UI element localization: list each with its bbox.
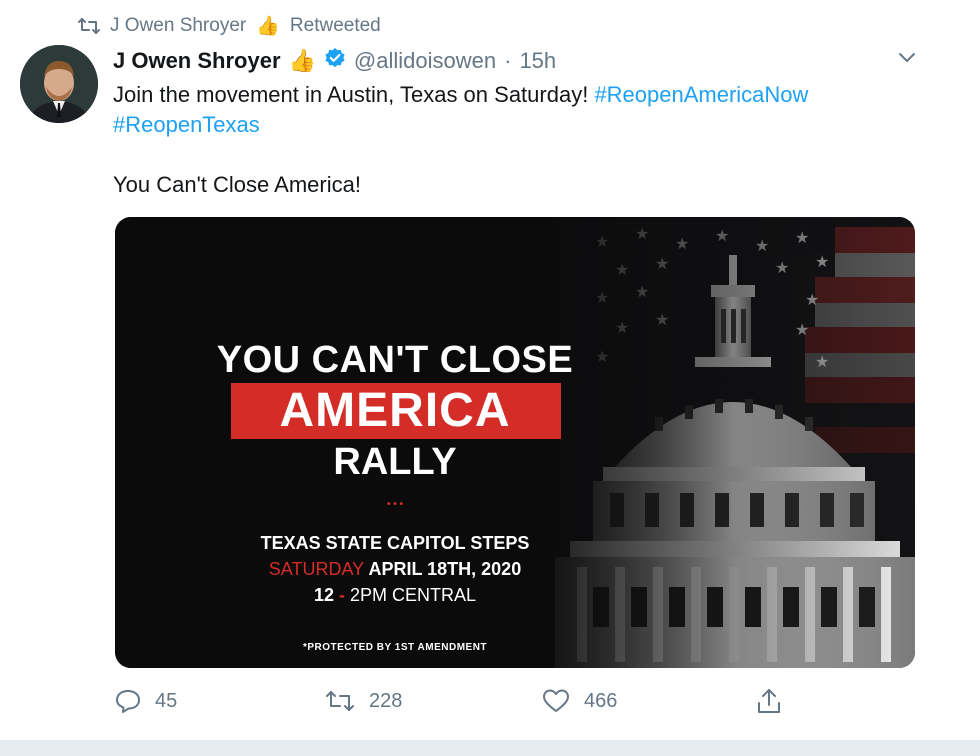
share-button[interactable] bbox=[756, 686, 782, 716]
retweeted-label: Retweeted bbox=[289, 15, 381, 36]
poster-time-end: 2PM CENTRAL bbox=[350, 585, 477, 605]
tweet-text-line: You Can't Close America! bbox=[113, 172, 361, 197]
avatar[interactable] bbox=[20, 45, 98, 123]
poster-headline-2: AMERICA bbox=[279, 384, 511, 437]
poster-headline-3: RALLY bbox=[333, 441, 457, 483]
poster-time-line: 12 - 2PM CENTRAL bbox=[115, 585, 675, 606]
retweeter-name[interactable]: J Owen Shroyer bbox=[110, 15, 246, 37]
retweet-icon bbox=[325, 689, 355, 713]
verified-badge-icon bbox=[324, 47, 346, 75]
tweet-text-line: Join the movement in Austin, Texas on Sa… bbox=[113, 82, 589, 107]
poster-footnote: *PROTECTED BY 1ST AMENDMENT bbox=[302, 642, 488, 653]
tweet-timestamp[interactable]: 15h bbox=[519, 48, 556, 74]
tweet-text: Join the movement in Austin, Texas on Sa… bbox=[113, 80, 903, 200]
poster-date: APRIL 18TH, 2020 bbox=[368, 559, 522, 579]
separator-dot: · bbox=[504, 48, 512, 73]
timeline-divider bbox=[0, 740, 980, 756]
retweet-button[interactable]: 228 bbox=[325, 686, 402, 716]
poster-day: SATURDAY bbox=[268, 559, 365, 579]
author-name[interactable]: J Owen Shroyer bbox=[113, 48, 281, 74]
share-icon bbox=[756, 687, 782, 715]
chevron-down-icon bbox=[898, 51, 916, 69]
poster-date-line: SATURDAY APRIL 18TH, 2020 bbox=[115, 559, 675, 580]
reply-button[interactable]: 45 bbox=[115, 686, 177, 716]
poster-dots: • • • bbox=[386, 499, 404, 510]
thumbs-up-emoji: 👍 bbox=[288, 48, 316, 73]
hashtag-link[interactable]: #ReopenAmericaNow bbox=[594, 82, 808, 107]
tweet-media[interactable]: ★★★ ★★★ ★★★ ★★★ ★★★ ★★★ bbox=[115, 217, 915, 668]
thumbs-up-emoji: 👍 bbox=[256, 16, 280, 37]
like-count: 466 bbox=[584, 689, 618, 712]
retweet-icon bbox=[78, 17, 100, 35]
poster-time-separator: - bbox=[339, 585, 345, 605]
hashtag-link[interactable]: #ReopenTexas bbox=[113, 112, 260, 137]
poster-location: TEXAS STATE CAPITOL STEPS bbox=[260, 533, 530, 553]
reply-icon bbox=[115, 688, 141, 714]
like-icon bbox=[542, 688, 570, 714]
retweet-count: 228 bbox=[369, 689, 403, 712]
reply-count: 45 bbox=[155, 689, 178, 712]
retweet-context: J Owen Shroyer 👍 Retweeted bbox=[78, 12, 381, 40]
more-options-button[interactable] bbox=[893, 46, 921, 74]
tweet-header: J Owen Shroyer 👍 @allidoisowen · 15h bbox=[113, 44, 556, 78]
like-button[interactable]: 466 bbox=[542, 686, 617, 716]
author-handle[interactable]: @allidoisowen bbox=[354, 48, 496, 74]
poster-time-start: 12 bbox=[313, 585, 334, 605]
poster-headline-1: YOU CAN'T CLOSE bbox=[216, 339, 574, 381]
